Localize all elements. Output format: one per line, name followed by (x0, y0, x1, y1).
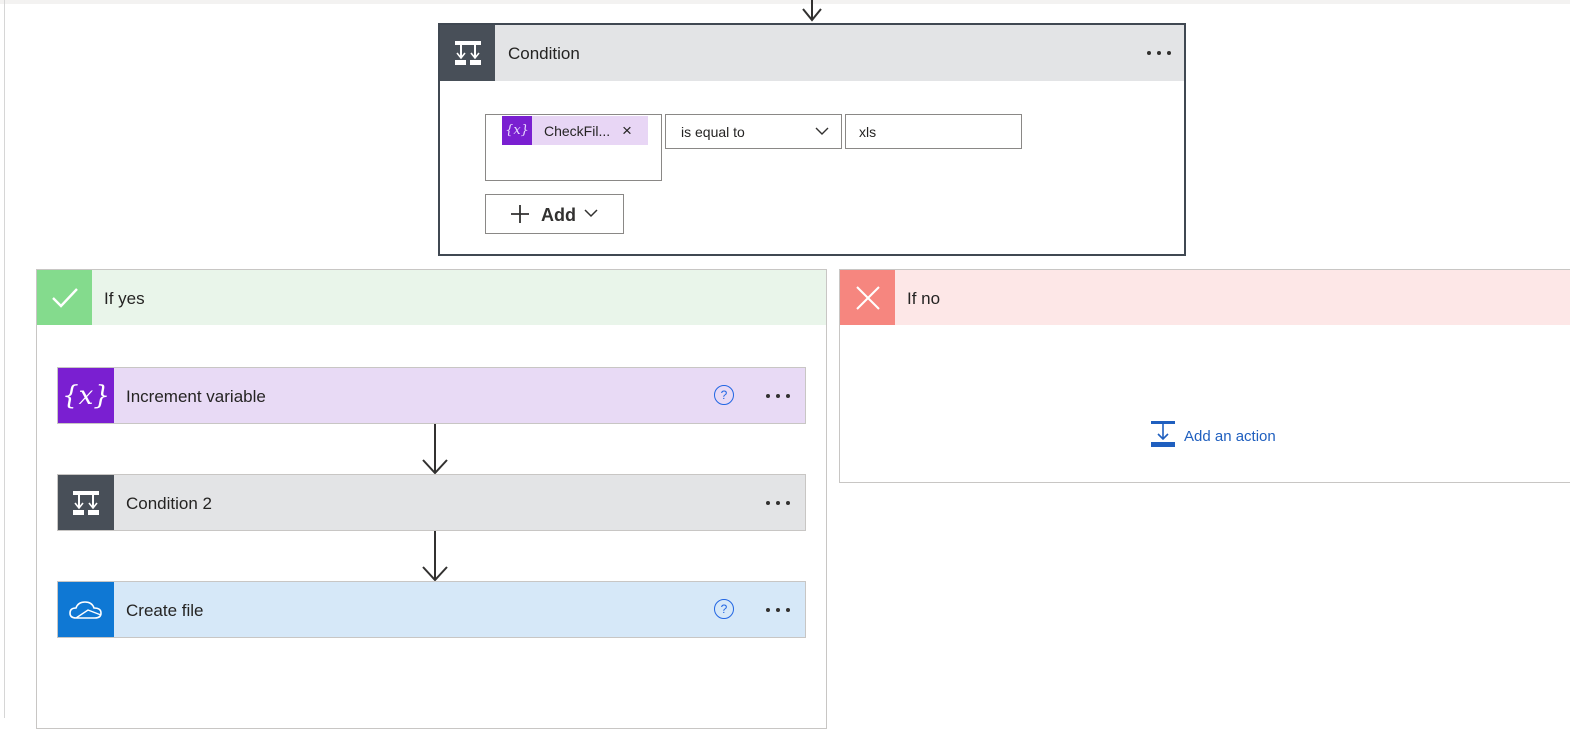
if-no-header[interactable]: If no (840, 270, 1570, 325)
token-remove-button[interactable]: × (622, 121, 632, 141)
action-more-button[interactable] (763, 600, 793, 620)
action-more-button[interactable] (763, 493, 793, 513)
more-dot (766, 394, 770, 398)
onedrive-icon (58, 582, 114, 637)
condition-icon (440, 25, 495, 81)
chevron-down-icon (584, 209, 598, 218)
add-condition-button[interactable]: Add (485, 194, 624, 234)
add-an-action-button[interactable]: Add an action (1150, 420, 1276, 450)
more-dot (766, 501, 770, 505)
more-dot (776, 394, 780, 398)
action-create-file[interactable]: Create file ? (57, 581, 806, 638)
add-label: Add (541, 205, 576, 225)
plus-icon (511, 205, 529, 223)
more-dot (766, 608, 770, 612)
action-title: Create file (126, 601, 204, 620)
action-more-button[interactable] (763, 386, 793, 406)
more-dot (786, 394, 790, 398)
connector-arrow (422, 531, 448, 582)
more-dot (776, 608, 780, 612)
action-increment-variable[interactable]: {x} Increment variable ? (57, 367, 806, 424)
add-an-action-label: Add an action (1184, 428, 1276, 445)
if-no-title: If no (907, 289, 941, 308)
action-title: Condition 2 (126, 494, 213, 513)
more-dot (1167, 51, 1171, 55)
more-dot (786, 608, 790, 612)
check-icon (37, 270, 92, 325)
action-condition-2[interactable]: Condition 2 (57, 474, 806, 531)
if-yes-title: If yes (104, 289, 145, 308)
left-operand-field[interactable]: {x} CheckFil... × (485, 114, 662, 181)
canvas-left-edge (4, 0, 5, 718)
dynamic-content-token[interactable]: {x} CheckFil... × (502, 116, 648, 145)
condition-header[interactable]: Condition (440, 25, 1184, 81)
right-operand-input[interactable] (845, 114, 1022, 149)
help-icon[interactable]: ? (714, 385, 734, 405)
operator-dropdown[interactable]: is equal to (665, 114, 842, 149)
token-label: CheckFil... (544, 123, 611, 139)
if-no-branch: If no Add an action (839, 269, 1570, 483)
condition-title: Condition (508, 44, 580, 63)
if-yes-branch: If yes {x} Increment variable ? Conditio… (36, 269, 827, 729)
variable-icon: {x} (502, 116, 532, 145)
close-icon (840, 270, 895, 325)
action-title: Increment variable (126, 387, 266, 406)
incoming-arrow (802, 0, 822, 22)
chevron-down-icon (815, 127, 829, 135)
condition-icon (58, 475, 114, 530)
more-dot (1157, 51, 1161, 55)
condition-more-button[interactable] (1144, 43, 1174, 63)
operator-value: is equal to (681, 124, 745, 140)
add-action-icon (1151, 421, 1175, 447)
connector-arrow (422, 424, 448, 475)
more-dot (776, 501, 780, 505)
condition-card[interactable]: Condition {x} CheckFil... × is equal to … (438, 23, 1186, 256)
if-yes-header[interactable]: If yes (37, 270, 826, 325)
help-icon[interactable]: ? (714, 599, 734, 619)
canvas-top-strip (0, 0, 1570, 4)
more-dot (786, 501, 790, 505)
variable-icon: {x} (58, 368, 114, 423)
more-dot (1147, 51, 1151, 55)
